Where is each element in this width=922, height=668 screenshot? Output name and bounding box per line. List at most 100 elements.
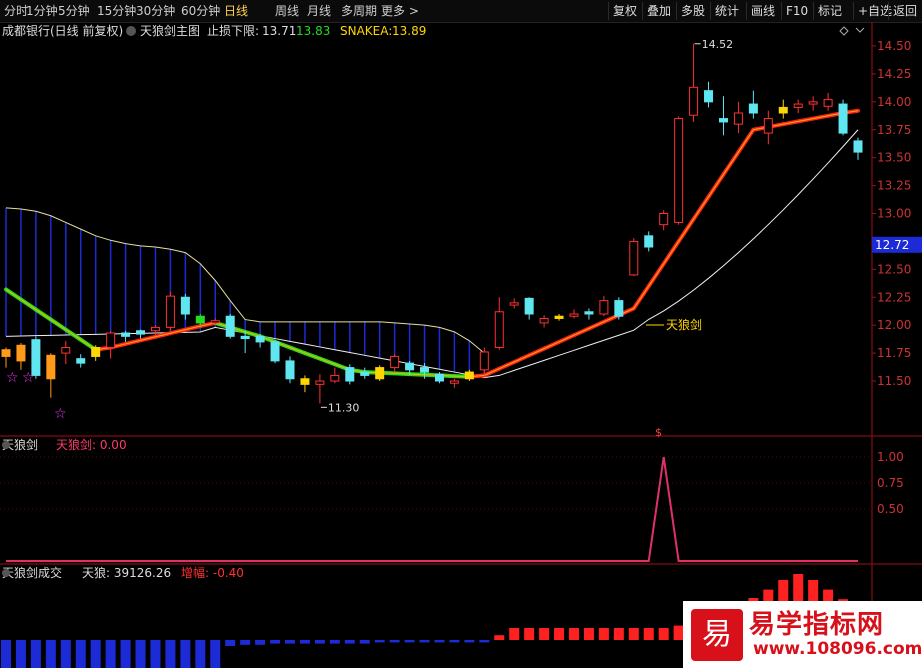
current-price: 12.72 bbox=[875, 238, 909, 252]
candle-body-13 bbox=[195, 315, 205, 324]
volume-bar-24 bbox=[359, 640, 370, 644]
price-tick-12: 11.50 bbox=[877, 374, 911, 388]
candle-body-37 bbox=[554, 315, 564, 319]
indicator-menu-icon[interactable] bbox=[126, 26, 136, 36]
volume-bar-8 bbox=[120, 640, 131, 668]
star-icon-0: ☆ bbox=[6, 370, 19, 386]
volume-bar-39 bbox=[583, 628, 594, 640]
candle-body-26 bbox=[390, 355, 400, 369]
chevron-down-icon[interactable] bbox=[855, 27, 865, 33]
watermark: 易 易学指标网 www.108096.com bbox=[683, 601, 922, 668]
candle-body-10 bbox=[150, 326, 160, 332]
volume-bar-27 bbox=[404, 640, 415, 643]
volume-bar-41 bbox=[613, 628, 624, 640]
sub1-menu-icon[interactable] bbox=[2, 441, 10, 449]
diamond-icon[interactable] bbox=[839, 26, 849, 36]
candle-body-45 bbox=[674, 118, 684, 223]
volume-bar-10 bbox=[150, 640, 161, 668]
candle-body-16 bbox=[240, 335, 250, 340]
candle-body-31 bbox=[464, 371, 474, 380]
candle-body-12 bbox=[180, 296, 190, 315]
volume-bar-40 bbox=[598, 628, 609, 640]
star-icon-1: ☆ bbox=[22, 370, 35, 386]
volume-bar-23 bbox=[344, 640, 355, 644]
candle-body-7 bbox=[106, 332, 116, 349]
volume-bar-35 bbox=[524, 628, 535, 640]
price-tick-4: 13.50 bbox=[877, 151, 911, 165]
volume-bar-19 bbox=[285, 640, 295, 644]
volume-bar-13 bbox=[195, 640, 206, 668]
candle-body-39 bbox=[584, 311, 594, 315]
ma-value: 13.83 bbox=[296, 24, 330, 38]
candle-body-34 bbox=[509, 302, 519, 306]
candle-body-15 bbox=[225, 315, 235, 337]
volume-bar-1 bbox=[15, 640, 26, 668]
candle-body-35 bbox=[524, 297, 534, 315]
sub2-change: 增幅: -0.40 bbox=[181, 565, 244, 580]
volume-bar-17 bbox=[255, 640, 266, 645]
candle-body-3 bbox=[46, 354, 56, 380]
price-tick-5: 13.25 bbox=[877, 179, 911, 193]
snake-value: 13.89 bbox=[392, 24, 426, 38]
volume-bar-44 bbox=[658, 628, 669, 640]
price-tick-1: 14.25 bbox=[877, 67, 911, 81]
volume-bar-26 bbox=[389, 640, 400, 643]
candle-body-53 bbox=[793, 103, 803, 108]
sub2-menu-icon[interactable] bbox=[2, 569, 10, 577]
volume-bar-20 bbox=[299, 640, 310, 644]
candle-body-20 bbox=[300, 378, 310, 385]
candle-body-24 bbox=[360, 371, 370, 376]
candle-body-14 bbox=[210, 320, 220, 324]
candle-body-54 bbox=[808, 101, 818, 105]
candle-body-47 bbox=[704, 90, 714, 103]
low-label: 11.30 bbox=[328, 401, 360, 414]
price-tick-2: 14.00 bbox=[877, 95, 911, 109]
candle-body-32 bbox=[479, 351, 489, 371]
candle-body-0 bbox=[1, 349, 11, 357]
chart-canvas[interactable]: 成都银行(日线 前复权) 天狼剑主图 止损下限: 13.71 13.83 SNAKEA: 1… bbox=[0, 0, 922, 668]
price-tick-11: 11.75 bbox=[877, 346, 911, 360]
candle-body-44 bbox=[659, 213, 669, 226]
volume-bar-2 bbox=[30, 640, 41, 668]
candle-body-36 bbox=[539, 317, 549, 324]
high-label: 14.52 bbox=[702, 38, 734, 51]
volume-bar-15 bbox=[225, 640, 236, 646]
volume-bar-36 bbox=[539, 628, 550, 640]
candle-body-18 bbox=[270, 341, 280, 362]
volume-bar-7 bbox=[105, 640, 116, 668]
watermark-url: www.108096.com bbox=[753, 639, 922, 659]
sword-label: 天狼剑 bbox=[666, 317, 702, 332]
candle-body-56 bbox=[838, 103, 848, 134]
sub1-value: 天狼剑: 0.00 bbox=[56, 437, 127, 452]
candle-body-41 bbox=[614, 300, 624, 317]
volume-bar-11 bbox=[165, 640, 176, 668]
candle-body-22 bbox=[330, 374, 340, 382]
sub2-value: 天狼: 39126.26 bbox=[82, 565, 171, 580]
candle-body-29 bbox=[434, 373, 444, 382]
volume-bar-38 bbox=[569, 628, 579, 640]
price-tick-6: 13.00 bbox=[877, 207, 911, 221]
candle-body-30 bbox=[449, 380, 459, 384]
volume-bar-12 bbox=[180, 640, 191, 668]
candle-body-51 bbox=[763, 118, 773, 134]
candle-body-43 bbox=[644, 235, 654, 248]
candle-body-55 bbox=[823, 99, 833, 107]
candle-body-46 bbox=[689, 86, 699, 116]
candle-body-57 bbox=[853, 140, 863, 153]
snake-label: SNAKEA: bbox=[340, 24, 392, 38]
sub2-title: 天狼剑成交 bbox=[2, 565, 62, 580]
candle-body-19 bbox=[285, 360, 295, 380]
volume-bar-22 bbox=[329, 640, 340, 644]
volume-bar-32 bbox=[479, 640, 490, 643]
candle-body-1 bbox=[16, 344, 26, 362]
volume-bar-5 bbox=[75, 640, 86, 668]
candle-body-33 bbox=[494, 311, 504, 348]
candle-body-11 bbox=[165, 295, 175, 328]
price-tick-9: 12.25 bbox=[877, 290, 911, 304]
volume-bar-4 bbox=[60, 640, 71, 668]
snake-inner-line bbox=[5, 110, 859, 378]
volume-bar-14 bbox=[210, 640, 221, 668]
price-tick-3: 13.75 bbox=[877, 123, 911, 137]
signal-mark: $ bbox=[655, 426, 662, 439]
candle-body-6 bbox=[91, 347, 101, 357]
